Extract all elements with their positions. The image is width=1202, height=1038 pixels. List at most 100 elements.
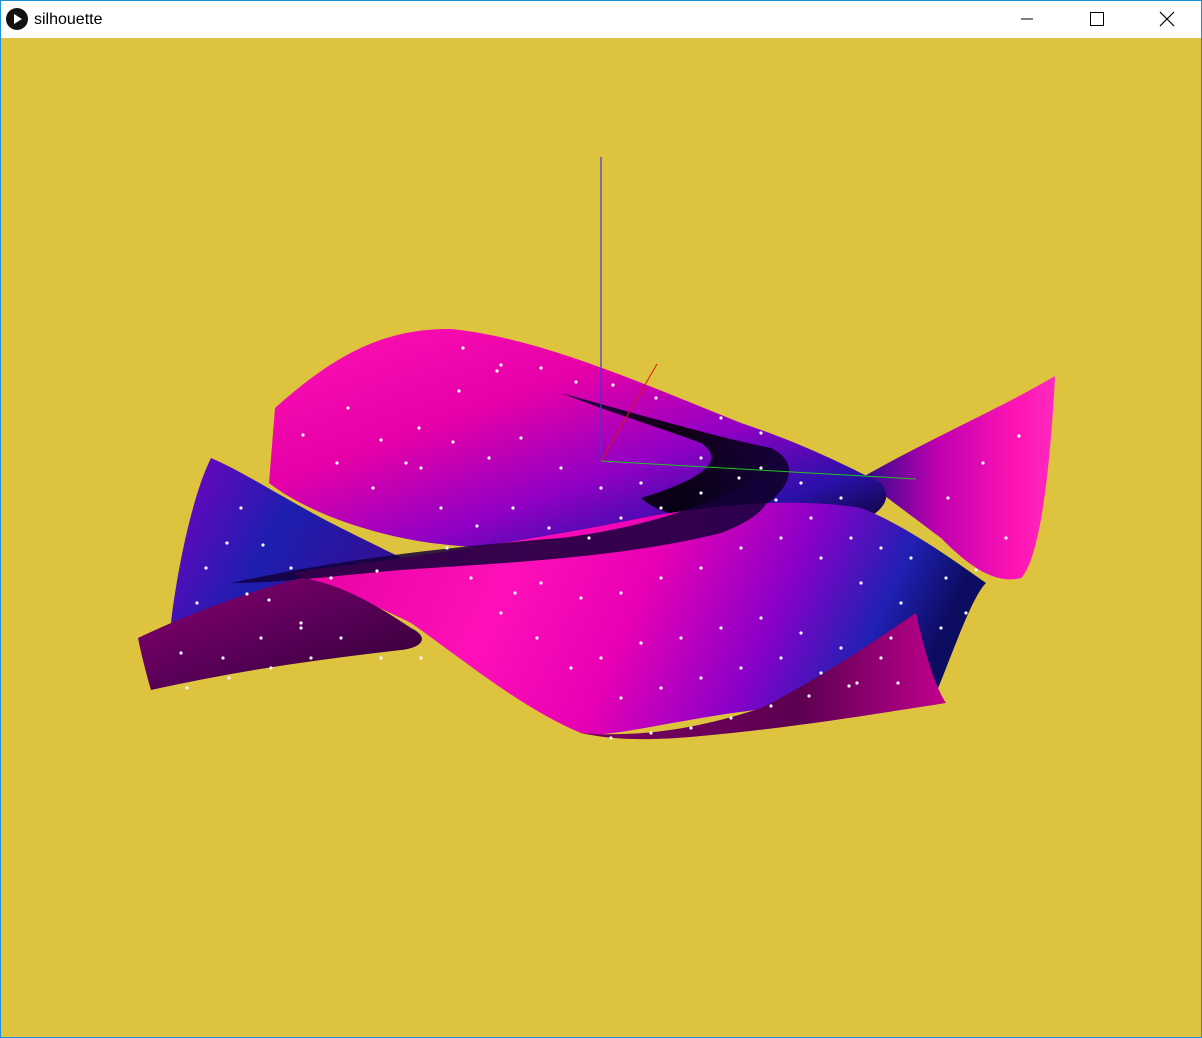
- vertex-dot: [659, 506, 663, 510]
- vertex-dot: [511, 506, 515, 510]
- vertex-dot: [574, 380, 578, 384]
- vertex-dot: [779, 536, 783, 540]
- vertex-dot: [654, 396, 658, 400]
- vertex-dot: [849, 536, 853, 540]
- vertex-dot: [519, 436, 523, 440]
- vertex-dot: [375, 569, 379, 573]
- vertex-dot: [799, 481, 803, 485]
- vertex-dot: [261, 543, 265, 547]
- vertex-dot: [809, 516, 813, 520]
- vertex-dot: [417, 426, 421, 430]
- vertex-dot: [495, 369, 499, 373]
- vertex-dot: [839, 646, 843, 650]
- vertex-dot: [559, 466, 563, 470]
- vertex-dot: [267, 598, 271, 602]
- vertex-dot: [587, 536, 591, 540]
- maximize-icon: [1090, 12, 1104, 26]
- vertex-dot: [946, 496, 950, 500]
- close-button[interactable]: [1143, 1, 1189, 37]
- vertex-dot: [896, 681, 900, 685]
- minimize-button[interactable]: [1004, 1, 1050, 37]
- vertex-dot: [204, 566, 208, 570]
- vertex-dot: [335, 461, 339, 465]
- vertex-dot: [195, 601, 199, 605]
- vertex-dot: [659, 686, 663, 690]
- vertex-dot: [889, 636, 893, 640]
- vertex-dot: [299, 621, 303, 625]
- vertex-dot: [457, 389, 461, 393]
- vertex-dot: [649, 731, 653, 735]
- vertex-dot: [289, 566, 293, 570]
- vertex-dot: [899, 601, 903, 605]
- vertex-dot: [855, 681, 859, 685]
- vertex-dot: [599, 486, 603, 490]
- vertex-dot: [737, 476, 741, 480]
- vertex-dot: [819, 671, 823, 675]
- vertex-dot: [759, 616, 763, 620]
- vertex-dot: [599, 656, 603, 660]
- vertex-dot: [939, 626, 943, 630]
- vertex-dot: [807, 694, 811, 698]
- vertex-dot: [461, 346, 465, 350]
- vertex-dot: [699, 456, 703, 460]
- maximize-button[interactable]: [1073, 1, 1119, 37]
- vertex-dot: [619, 516, 623, 520]
- vertex-dot: [499, 611, 503, 615]
- vertex-dot: [1004, 536, 1008, 540]
- vertex-dot: [225, 541, 229, 545]
- vertex-dot: [475, 524, 479, 528]
- vertex-dot: [329, 576, 333, 580]
- vertex-dot: [799, 631, 803, 635]
- vertex-dot: [371, 486, 375, 490]
- vertex-dot: [299, 626, 303, 630]
- vertex-dot: [974, 568, 978, 572]
- vertex-dot: [487, 456, 491, 460]
- vertex-dot: [379, 438, 383, 442]
- render-canvas[interactable]: [1, 38, 1201, 1037]
- vertex-dot: [469, 576, 473, 580]
- vertex-dot: [535, 636, 539, 640]
- vertex-dot: [513, 591, 517, 595]
- vertex-dot: [404, 461, 408, 465]
- vertex-dot: [769, 704, 773, 708]
- vertex-dot: [499, 363, 503, 367]
- app-play-icon: [6, 8, 28, 30]
- vertex-dot: [451, 440, 455, 444]
- vertex-dot: [346, 406, 350, 410]
- vertex-dot: [639, 481, 643, 485]
- scene-svg: [1, 38, 1201, 1037]
- vertex-dot: [699, 676, 703, 680]
- vertex-dot: [221, 656, 225, 660]
- vertex-dot: [839, 496, 843, 500]
- vertex-dot: [719, 416, 723, 420]
- vertex-dot: [739, 666, 743, 670]
- vertex-dot: [309, 656, 313, 660]
- vertex-dot: [439, 506, 443, 510]
- vertex-dot: [909, 556, 913, 560]
- vertex-dot: [981, 461, 985, 465]
- title-bar[interactable]: silhouette: [1, 1, 1201, 37]
- vertex-dot: [619, 696, 623, 700]
- vertex-dot: [1017, 434, 1021, 438]
- vertex-dot: [259, 636, 263, 640]
- minimize-icon: [1021, 18, 1033, 20]
- vertex-dot: [269, 666, 273, 670]
- vertex-dot: [547, 526, 551, 530]
- vertex-dot: [609, 736, 613, 740]
- app-window: silhouette: [0, 0, 1202, 1038]
- vertex-dot: [579, 596, 583, 600]
- vertex-dot: [944, 576, 948, 580]
- vertex-dot: [569, 666, 573, 670]
- vertex-dot: [699, 491, 703, 495]
- vertex-dot: [179, 651, 183, 655]
- vertex-dot: [774, 498, 778, 502]
- close-icon: [1159, 11, 1175, 27]
- vertex-dot: [611, 383, 615, 387]
- vertex-dot: [759, 431, 763, 435]
- vertex-dot: [619, 591, 623, 595]
- vertex-dot: [859, 581, 863, 585]
- vertex-dot: [539, 366, 543, 370]
- vertex-dot: [639, 641, 643, 645]
- vertex-dot: [659, 576, 663, 580]
- vertex-dot: [339, 636, 343, 640]
